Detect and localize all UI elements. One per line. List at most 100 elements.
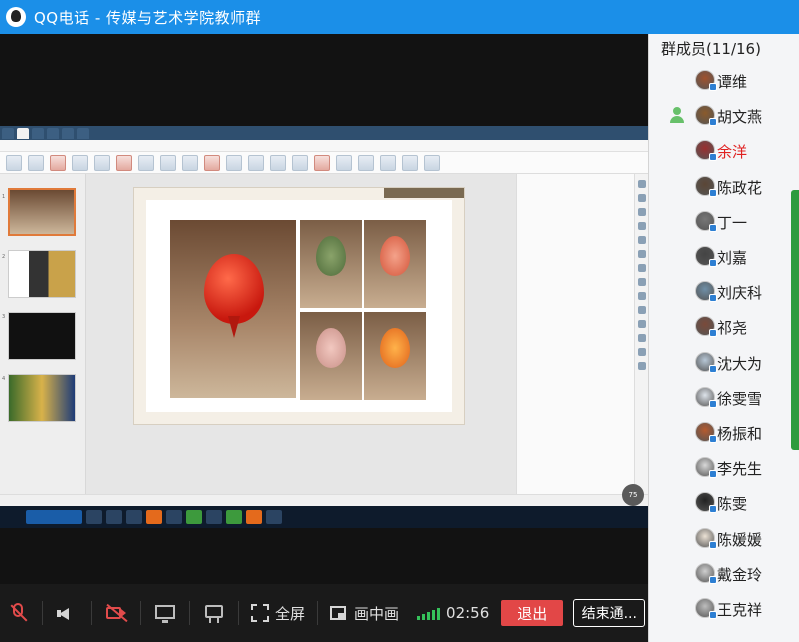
tool-icon (637, 320, 646, 328)
shrimp-ad-image (364, 312, 426, 400)
pip-button[interactable]: 画中画 (330, 603, 399, 624)
member-row[interactable]: 杨振和 (649, 418, 799, 446)
taskbar-search (26, 510, 82, 524)
whiteboard-icon[interactable] (202, 601, 226, 625)
doc-tab (17, 127, 29, 139)
taskbar-icon (246, 510, 262, 524)
member-row[interactable]: 李先生 (649, 453, 799, 481)
thumb-number: 3 (2, 314, 6, 320)
member-row[interactable]: 沈大为 (649, 348, 799, 376)
app-menu-bar (0, 140, 648, 152)
member-count-title: 群成员(11/16) (661, 40, 761, 58)
signal-strength-icon (417, 606, 441, 620)
artichoke-ad-image (300, 220, 362, 308)
current-slide (134, 188, 464, 424)
speaker-icon[interactable] (55, 601, 79, 625)
member-row[interactable]: 戴金玲 (649, 559, 799, 587)
device-badge-icon (709, 435, 717, 443)
taskbar-icon (186, 510, 202, 524)
mic-muted-icon[interactable] (6, 601, 30, 625)
device-badge-icon (709, 540, 717, 549)
member-row[interactable]: 胡文燕 (649, 101, 799, 129)
fullscreen-button[interactable]: 全屏 (251, 603, 305, 624)
tool-icon (637, 222, 646, 230)
slide-thumbnail (8, 374, 76, 422)
member-row[interactable]: 王克祥 (649, 594, 799, 622)
qq-logo-icon (6, 7, 26, 27)
divider (91, 601, 92, 625)
zoom-badge: 75 (622, 484, 644, 506)
slide-thumbnail (8, 312, 76, 360)
tool-icon (637, 194, 646, 202)
device-badge-icon (709, 399, 717, 408)
ribbon-icon (270, 154, 286, 171)
member-name: 胡文燕 (717, 108, 763, 127)
call-control-bar: 全屏 画中画 02:56 退出 结束通... (0, 584, 648, 642)
thumb-number: 2 (2, 254, 6, 260)
member-row[interactable]: 谭维 (649, 66, 799, 94)
device-badge-icon (709, 470, 717, 479)
member-row[interactable]: 余洋 (649, 136, 799, 164)
taskbar-icon (166, 510, 182, 524)
screen-share-icon[interactable] (153, 601, 177, 625)
ribbon-icon (72, 154, 88, 171)
editor-status-bar (0, 494, 648, 504)
device-badge-icon (709, 118, 717, 127)
member-row[interactable]: 陈政花 (649, 172, 799, 200)
slide-thumbnails: 1 2 3 4 (0, 174, 86, 504)
tool-icon (637, 292, 646, 300)
camera-off-icon[interactable] (104, 601, 128, 625)
divider (317, 601, 319, 625)
side-collapse-tab[interactable] (791, 190, 799, 450)
salmon-ad-image (364, 220, 426, 308)
tool-icon (637, 334, 646, 342)
ribbon-icon (380, 154, 396, 171)
slide-thumbnail (8, 188, 76, 236)
shared-screen-view[interactable]: 1 2 3 4 75 (0, 34, 648, 584)
member-row[interactable]: 丁一 (649, 207, 799, 235)
ribbon-toolbar (0, 152, 648, 174)
member-row[interactable]: 徐雯雪 (649, 383, 799, 411)
member-row[interactable]: 刘庆科 (649, 277, 799, 305)
member-name: 丁一 (717, 213, 748, 232)
object-properties-panel (516, 174, 634, 494)
ribbon-icon (226, 154, 242, 171)
member-row[interactable]: 陈雯 (649, 488, 799, 516)
picture-in-picture-icon (330, 606, 347, 620)
member-name: 陈雯 (717, 495, 748, 514)
ham-ad-image (300, 312, 362, 400)
member-name: 刘嘉 (717, 249, 748, 267)
member-row[interactable]: 陈媛媛 (649, 524, 799, 552)
thumb-number: 1 (2, 194, 6, 200)
device-badge-icon (709, 505, 717, 514)
divider (189, 601, 190, 625)
member-panel: 群成员(11/16) 谭维胡文燕余洋陈政花丁一刘嘉刘庆科祁尧沈大为徐雯雪杨振和李… (648, 34, 799, 642)
member-name: 陈政花 (717, 178, 763, 197)
end-call-button[interactable]: 结束通... (573, 599, 646, 627)
taskbar-icon (266, 510, 282, 524)
ribbon-icon (336, 154, 352, 171)
ribbon-icon (402, 154, 418, 171)
shared-desktop: 1 2 3 4 75 (0, 126, 648, 528)
exit-button[interactable]: 退出 (501, 600, 564, 626)
tool-icon (637, 180, 646, 188)
tool-icon (637, 306, 646, 314)
tool-icon (637, 236, 646, 244)
member-name: 余洋 (717, 143, 748, 162)
member-name: 徐雯雪 (717, 389, 763, 408)
ribbon-icon (6, 154, 22, 171)
ribbon-icon (292, 154, 308, 171)
ribbon-icon (424, 154, 440, 171)
member-name: 沈大为 (717, 354, 763, 373)
member-row[interactable]: 祁尧 (649, 312, 799, 340)
device-badge-icon (709, 575, 717, 584)
thumb-number: 4 (2, 376, 6, 382)
member-name: 李先生 (717, 460, 763, 479)
device-badge-icon (709, 153, 717, 162)
ribbon-icon (358, 154, 374, 171)
device-badge-icon (709, 223, 717, 232)
divider (42, 601, 43, 625)
slide-canvas (146, 200, 452, 412)
doc-tab (47, 127, 59, 139)
member-row[interactable]: 刘嘉 (649, 242, 799, 270)
